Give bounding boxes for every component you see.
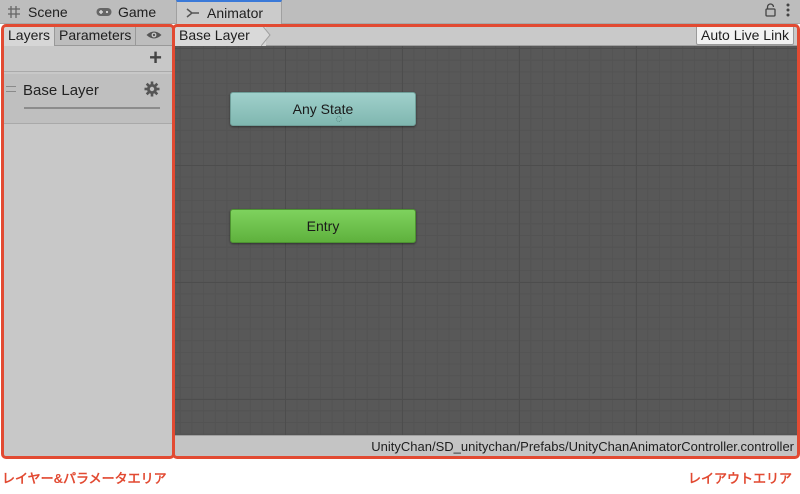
right-area-caption: レイアウトエリア: [687, 471, 792, 486]
left-area-caption: レイヤー&パラメータエリア: [2, 471, 167, 486]
grid-icon: [6, 4, 22, 20]
tab-animator-label: Animator: [207, 5, 264, 21]
window-tools: [765, 3, 790, 20]
lock-icon[interactable]: [765, 3, 776, 20]
animator-window: Scene Game Animator Layers Parameters + …: [0, 0, 800, 494]
gamepad-icon: [96, 4, 112, 20]
tab-animator[interactable]: Animator: [176, 0, 282, 24]
tab-scene-label: Scene: [28, 4, 68, 20]
tab-game-label: Game: [118, 4, 157, 20]
tab-game[interactable]: Game: [96, 0, 156, 24]
tab-scene[interactable]: Scene: [6, 0, 68, 24]
animator-icon: [185, 5, 201, 21]
right-area-highlight: [172, 24, 800, 459]
left-area-highlight: [1, 24, 175, 459]
more-options-icon[interactable]: [786, 3, 790, 20]
window-tab-bar: Scene Game Animator: [0, 0, 800, 24]
